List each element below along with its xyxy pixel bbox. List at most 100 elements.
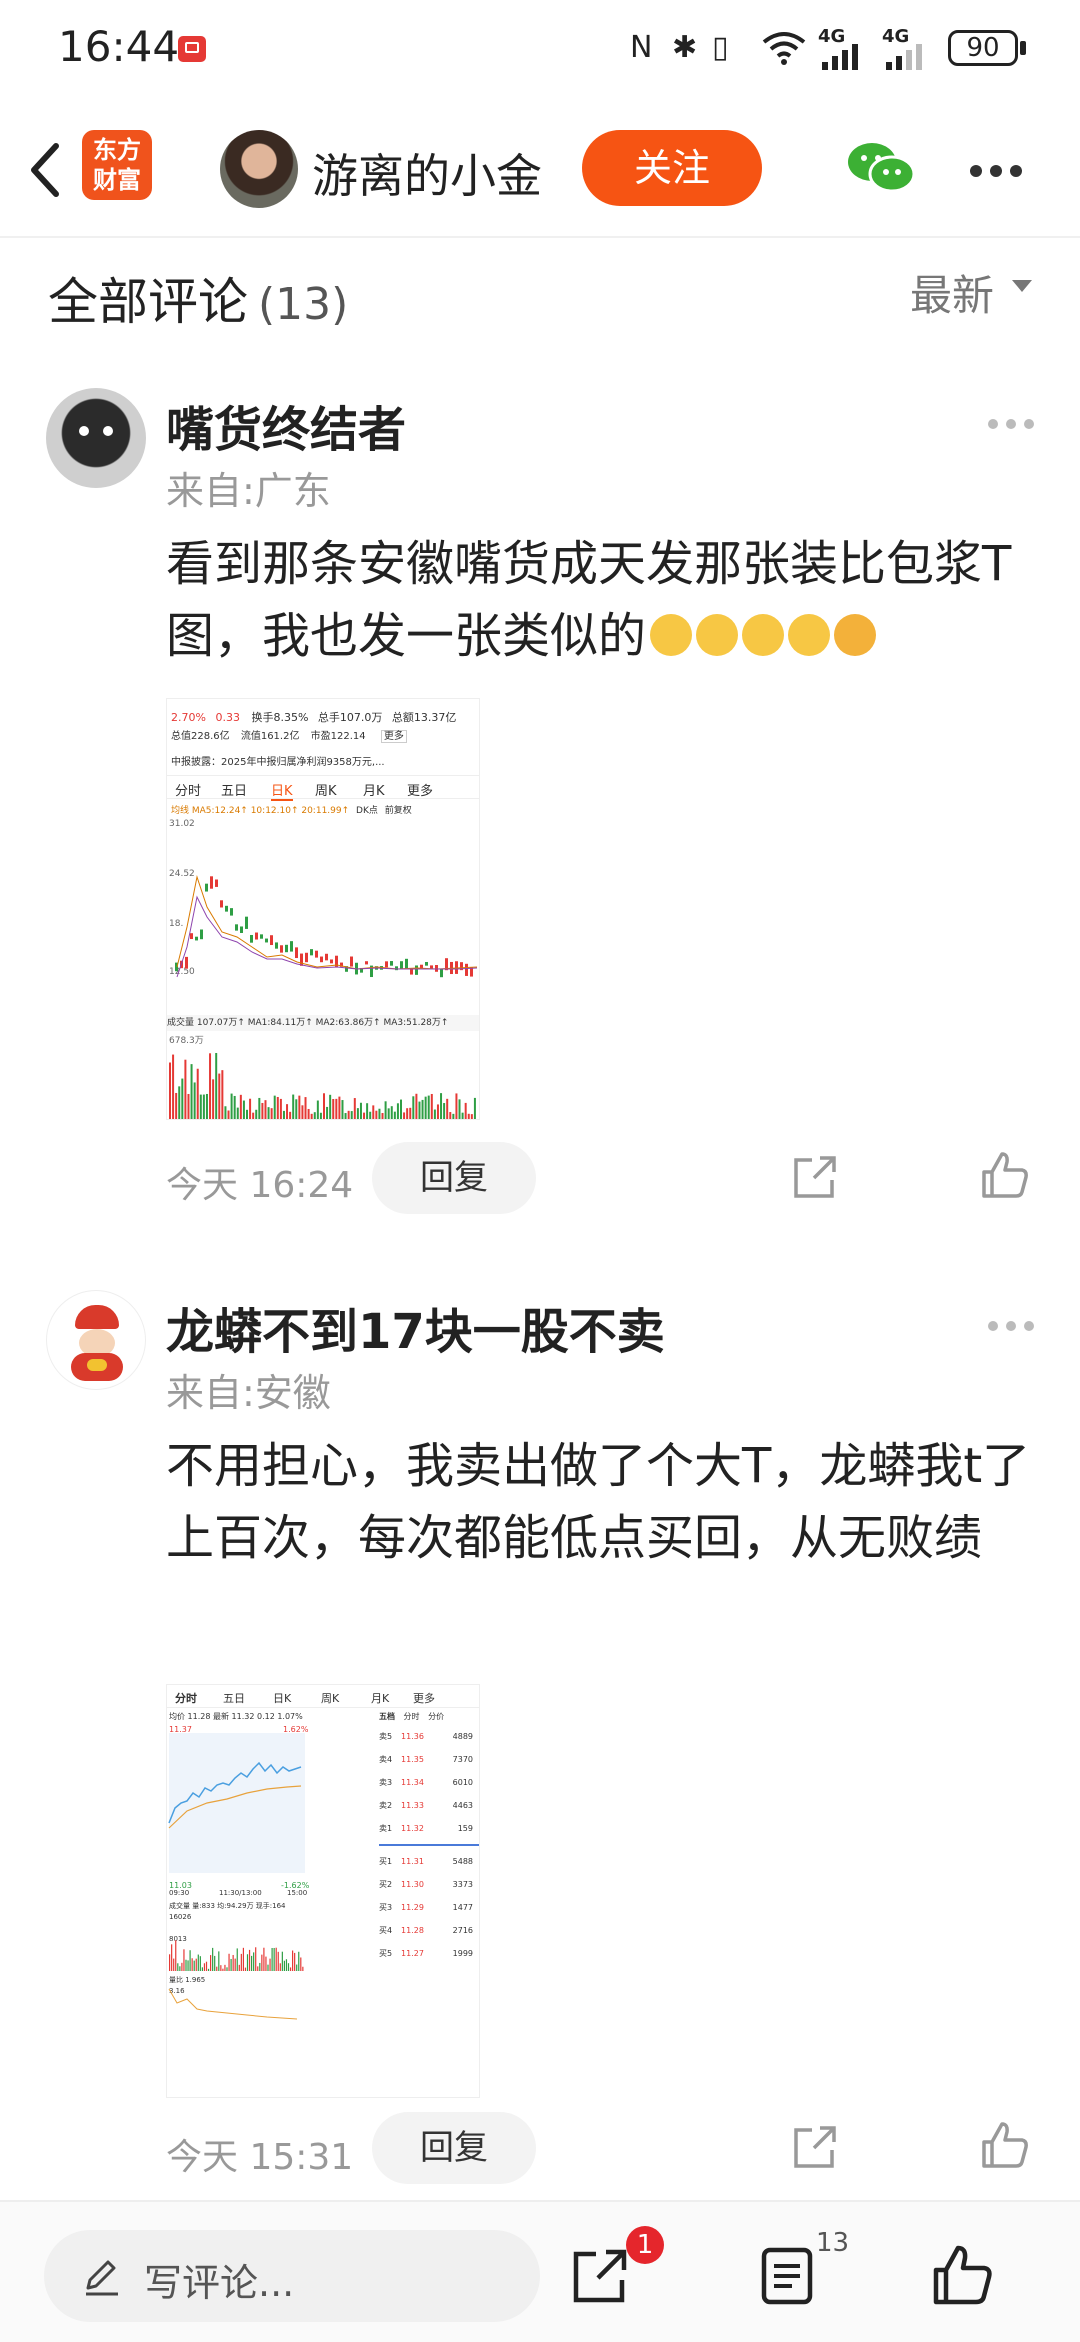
share-icon[interactable] bbox=[790, 2122, 840, 2172]
volume-bar bbox=[191, 1958, 193, 1971]
volume-bar bbox=[372, 1105, 375, 1119]
volume-bar bbox=[375, 1110, 378, 1119]
comment-avatar[interactable] bbox=[46, 388, 146, 488]
volume-bar bbox=[244, 1967, 247, 1971]
comment-more-icon[interactable] bbox=[988, 414, 1048, 429]
volume-bar bbox=[230, 1093, 233, 1119]
order-book-row: 买2 11.30 3373 bbox=[379, 1873, 479, 1896]
book-volume: 5488 bbox=[452, 1857, 473, 1866]
volume-bar bbox=[207, 1968, 210, 1971]
volume-bars bbox=[169, 1052, 476, 1119]
author-name[interactable]: 游离的小金 bbox=[312, 140, 542, 206]
volume-bar bbox=[210, 1955, 212, 1971]
volume-bar bbox=[238, 1964, 240, 1971]
candle bbox=[330, 959, 333, 964]
candle bbox=[310, 949, 313, 956]
status-time: 16:44 bbox=[58, 22, 180, 71]
book-price: 11.33 bbox=[401, 1801, 424, 1810]
book-volume: 2716 bbox=[452, 1926, 473, 1935]
volume-bar bbox=[400, 1099, 402, 1119]
author-avatar[interactable] bbox=[220, 130, 298, 208]
reply-button[interactable]: 回复 bbox=[372, 2112, 536, 2184]
volume-bar bbox=[289, 1967, 292, 1971]
wechat-share-icon[interactable] bbox=[846, 140, 916, 196]
comment-more-icon[interactable] bbox=[988, 1316, 1048, 1331]
news-ticker: 中报披露：2025年中报归属净利润9358万元,... bbox=[171, 757, 385, 768]
comment-username[interactable]: 龙蟒不到17块一股不卖 bbox=[166, 1292, 665, 1362]
share-icon[interactable] bbox=[790, 1152, 840, 1202]
app-logo[interactable]: 东方 财富 bbox=[82, 130, 152, 200]
volume-bar bbox=[421, 1099, 424, 1119]
candle bbox=[255, 932, 258, 940]
volume-bar bbox=[205, 1093, 208, 1119]
volume-bar bbox=[378, 1108, 381, 1119]
comment-avatar[interactable] bbox=[46, 1290, 146, 1390]
volume-bar bbox=[341, 1100, 344, 1119]
tab-5day: 五日 bbox=[223, 1692, 245, 1705]
volume-bar bbox=[307, 1108, 310, 1119]
like-icon[interactable] bbox=[980, 2120, 1030, 2170]
volume-bar bbox=[298, 1951, 300, 1971]
volume-bar bbox=[224, 1964, 226, 1971]
volume-bar bbox=[239, 1094, 242, 1119]
volume-bar bbox=[275, 1947, 277, 1971]
candle bbox=[260, 934, 263, 939]
dk-label: DK点 bbox=[356, 806, 378, 816]
candle bbox=[300, 953, 303, 966]
volume-bar bbox=[452, 1113, 455, 1119]
book-level: 卖3 bbox=[379, 1778, 393, 1787]
volume-bar bbox=[263, 1947, 265, 1971]
comments-list-button[interactable] bbox=[760, 2246, 814, 2306]
candle bbox=[400, 961, 403, 969]
more-options-icon[interactable] bbox=[970, 162, 1030, 177]
fq-label: 前复权 bbox=[384, 806, 412, 816]
comment-username[interactable]: 嘴货终结者 bbox=[166, 390, 406, 460]
follow-button[interactable]: 关注 bbox=[582, 130, 762, 206]
volume-bar bbox=[187, 1093, 190, 1119]
candle bbox=[185, 956, 188, 969]
comment-image-intraday[interactable]: 分时 五日 日K 周K 月K 更多 均价 11.28 最新 11.32 0.12… bbox=[166, 1684, 480, 2098]
comment-location: 来自:广东 bbox=[166, 469, 331, 513]
candle bbox=[320, 956, 323, 963]
volume-bar bbox=[190, 1064, 193, 1119]
back-button[interactable] bbox=[22, 140, 72, 200]
comment-input[interactable]: 写评论... bbox=[44, 2230, 540, 2322]
order-book-row: 卖1 11.32 159 bbox=[379, 1817, 479, 1840]
volume-bar bbox=[302, 1966, 304, 1971]
header-bar: 东方 财富 游离的小金 关注 bbox=[0, 100, 1080, 238]
mcap-value: 228.6亿 bbox=[191, 731, 230, 742]
candle bbox=[440, 968, 443, 978]
battery-indicator: 90 bbox=[948, 30, 1018, 66]
intraday-volume-bars bbox=[169, 1940, 304, 1971]
volume-bar bbox=[427, 1095, 430, 1119]
logo-line1: 东方 bbox=[93, 136, 141, 164]
volume-bar bbox=[415, 1093, 418, 1119]
volume-bar bbox=[236, 1948, 238, 1971]
volume-bar bbox=[215, 1052, 218, 1119]
volume-bar bbox=[193, 1960, 195, 1971]
volume-bar bbox=[449, 1112, 452, 1119]
share-button[interactable] bbox=[570, 2246, 630, 2306]
more-tag: 更多 bbox=[380, 730, 407, 743]
volume-bar bbox=[227, 1110, 230, 1119]
reply-button[interactable]: 回复 bbox=[372, 1142, 536, 1214]
book-price: 11.35 bbox=[401, 1755, 424, 1764]
candle bbox=[245, 916, 248, 929]
volume-bar bbox=[283, 1960, 285, 1971]
sort-caret-icon[interactable] bbox=[1012, 280, 1032, 292]
volume-bar bbox=[390, 1106, 393, 1119]
like-icon[interactable] bbox=[980, 1150, 1030, 1200]
volume-bar bbox=[248, 1949, 251, 1971]
like-button[interactable] bbox=[930, 2242, 994, 2306]
comment-image-kline[interactable]: 2.70% 0.33 换手8.35% 总手107.0万 总额13.37亿 总值2… bbox=[166, 698, 480, 1120]
volume-bar bbox=[214, 1955, 216, 1971]
amount-value: 13.37亿 bbox=[413, 711, 457, 724]
order-book-row: 卖3 11.34 6010 bbox=[379, 1771, 479, 1794]
candle bbox=[240, 926, 243, 933]
sort-selector[interactable]: 最新 bbox=[910, 262, 994, 323]
book-price: 11.29 bbox=[401, 1903, 424, 1912]
candle bbox=[415, 965, 418, 975]
volume-bar bbox=[458, 1099, 461, 1119]
candle bbox=[285, 944, 288, 953]
status-bar: 16:44 N ✱ ▯ 4G 4G 90 bbox=[0, 0, 1080, 100]
